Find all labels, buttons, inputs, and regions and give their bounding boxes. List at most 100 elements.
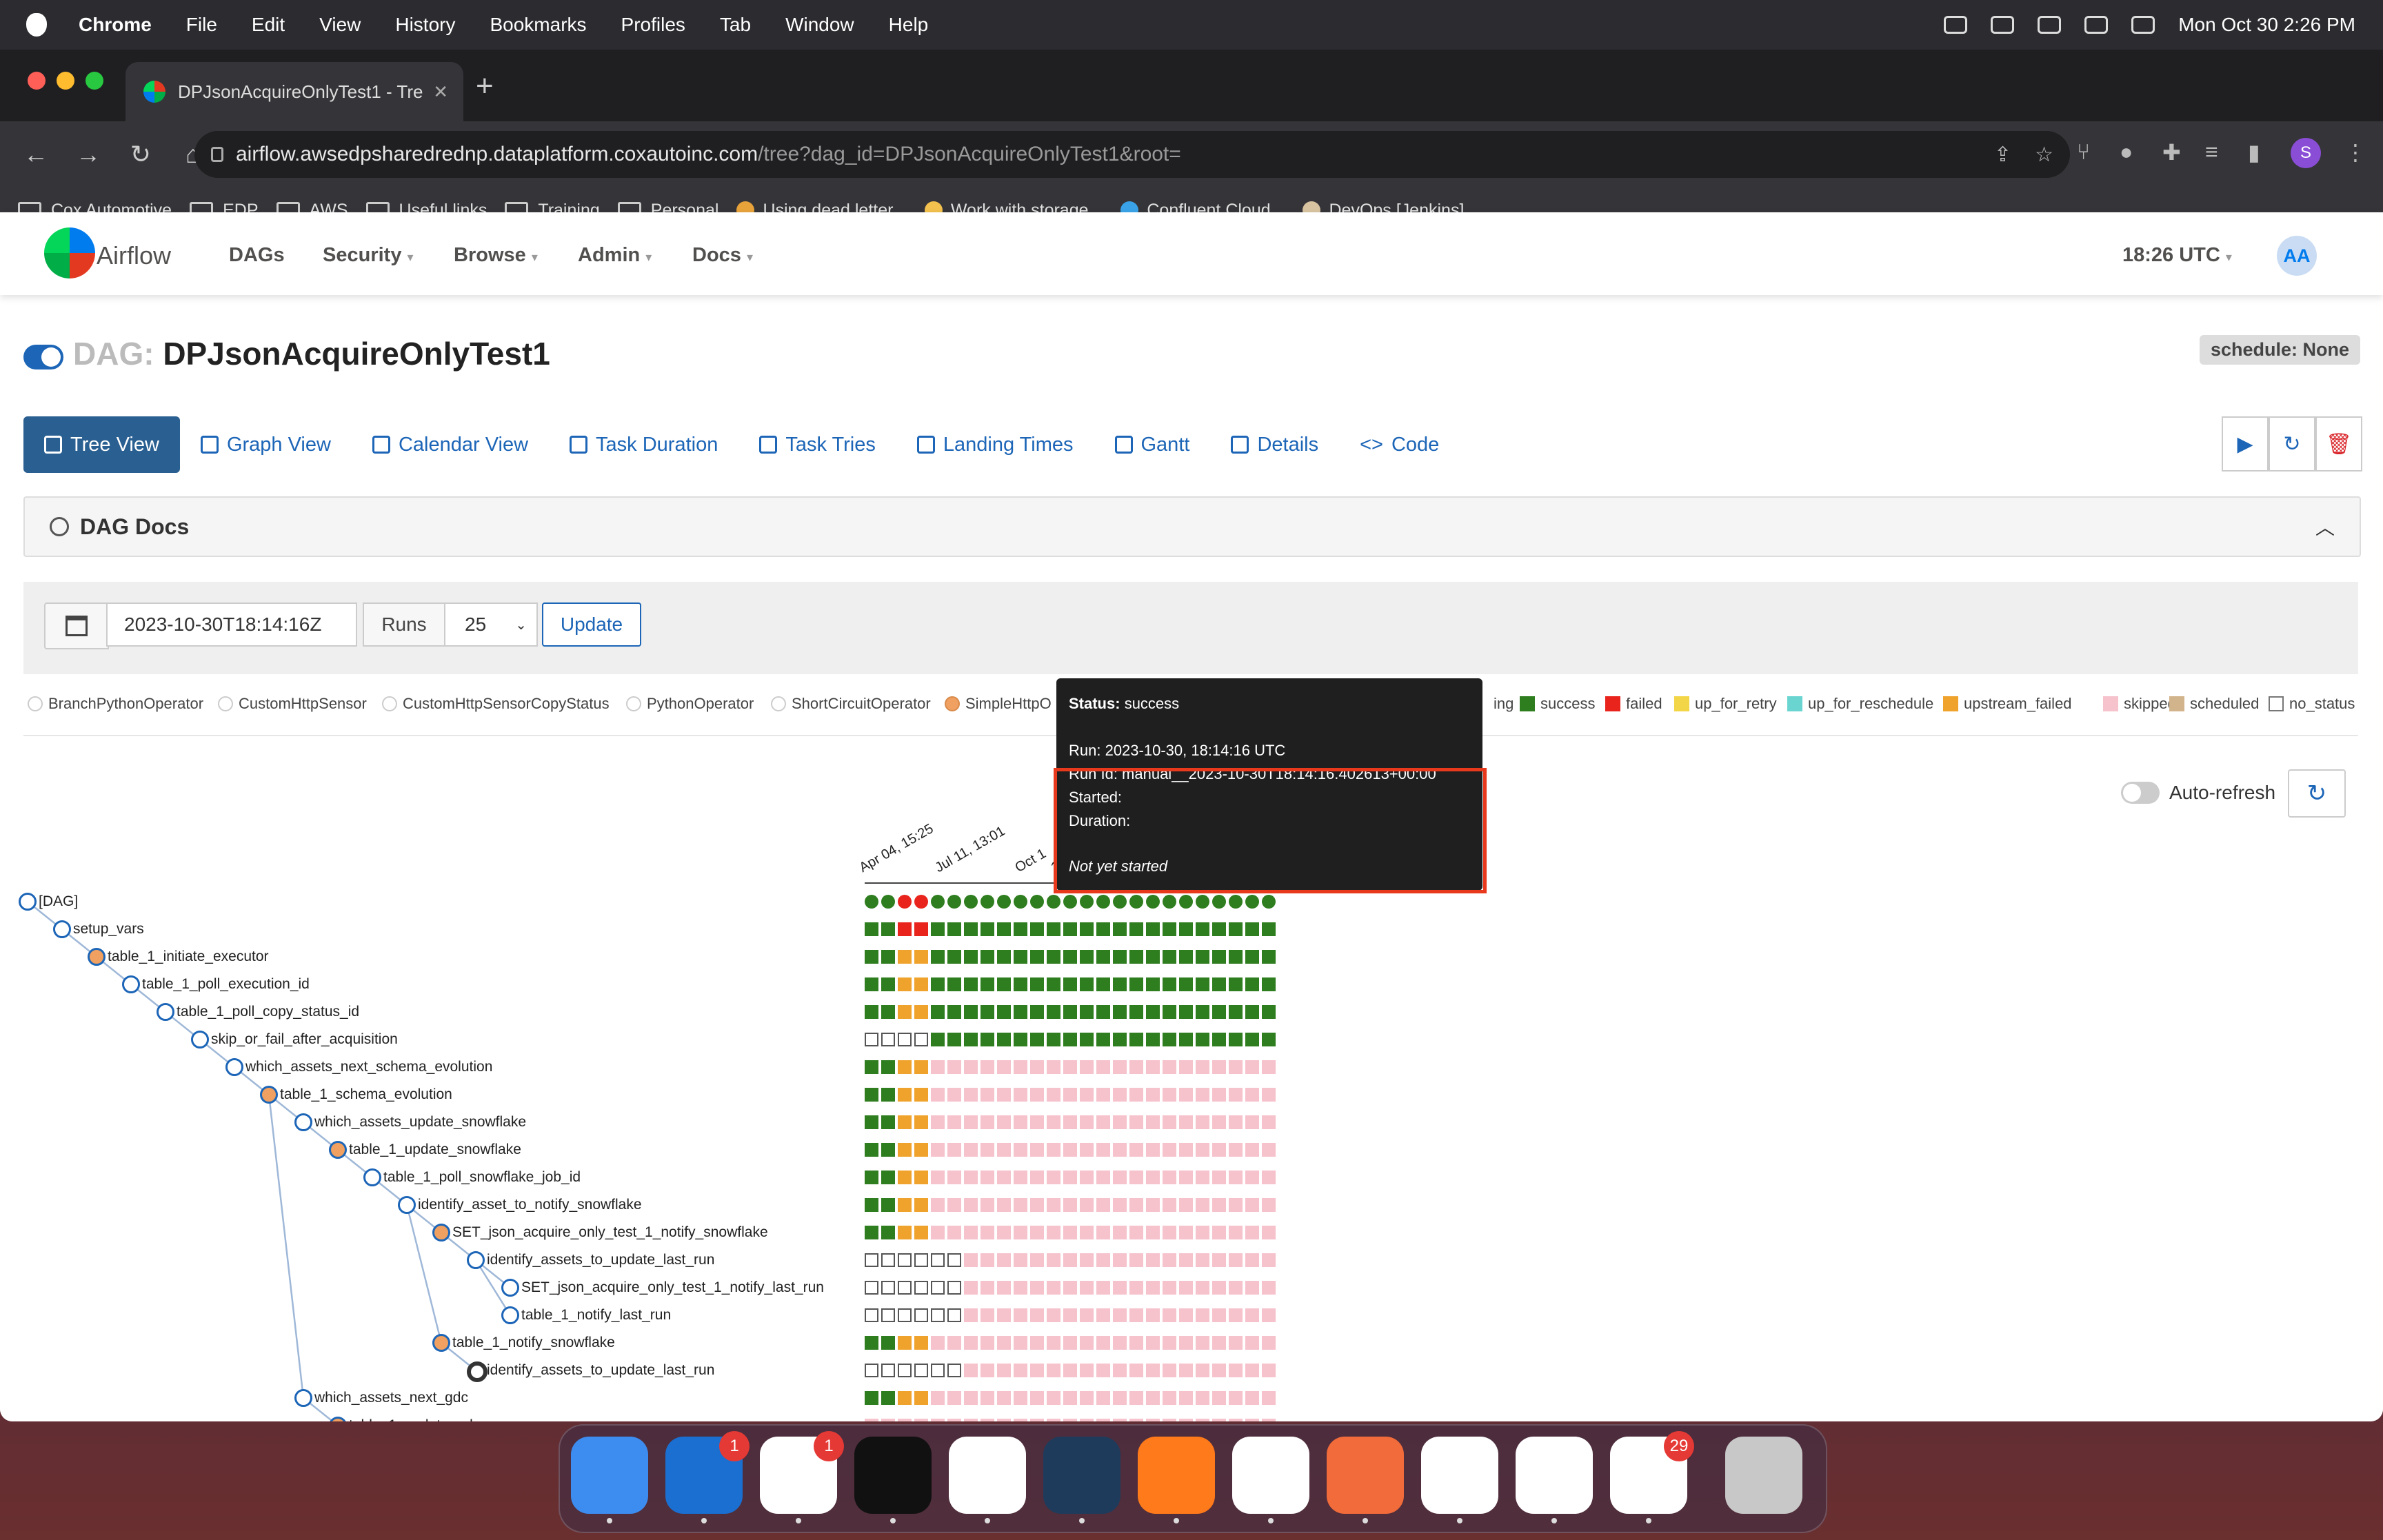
task-instance-cell[interactable] — [964, 977, 978, 991]
task-instance-cell[interactable] — [898, 1391, 912, 1405]
task-instance-cell[interactable] — [1262, 1391, 1276, 1405]
task-instance-cell[interactable] — [997, 1060, 1011, 1074]
task-instance-cell[interactable] — [1146, 1308, 1160, 1322]
dag-run-dot[interactable] — [1063, 895, 1077, 909]
task-instance-cell[interactable] — [947, 1005, 961, 1019]
task-instance-cell[interactable] — [1063, 1033, 1077, 1046]
task-instance-cell[interactable] — [1063, 1198, 1077, 1212]
task-instance-cell[interactable] — [1212, 1419, 1226, 1421]
task-instance-cell[interactable] — [865, 1253, 878, 1267]
task-instance-cell[interactable] — [1063, 1226, 1077, 1239]
task-name[interactable]: table_1_poll_execution_id — [142, 976, 310, 993]
task-instance-cell[interactable] — [1196, 1419, 1209, 1421]
task-instance-cell[interactable] — [865, 1226, 878, 1239]
task-instance-cell[interactable] — [1014, 1115, 1027, 1129]
task-instance-cell[interactable] — [947, 1060, 961, 1074]
task-instance-cell[interactable] — [1129, 1253, 1143, 1267]
task-instance-cell[interactable] — [1163, 1419, 1176, 1421]
task-instance-cell[interactable] — [1179, 1143, 1193, 1157]
task-instance-cell[interactable] — [898, 1033, 912, 1046]
task-instance-cell[interactable] — [964, 1115, 978, 1129]
task-instance-cell[interactable] — [931, 977, 945, 991]
task-instance-cell[interactable] — [997, 1143, 1011, 1157]
slack-dock-icon[interactable]: 1 — [760, 1431, 844, 1523]
task-instance-cell[interactable] — [1229, 977, 1243, 991]
task-instance-cell[interactable] — [1047, 1419, 1060, 1421]
auto-refresh-toggle[interactable]: Auto-refresh — [2121, 782, 2275, 804]
task-instance-cell[interactable] — [931, 1364, 945, 1377]
task-instance-cell[interactable] — [914, 1088, 928, 1102]
task-name[interactable]: table_1_update_gdc — [349, 1417, 480, 1421]
task-instance-cell[interactable] — [1163, 1005, 1176, 1019]
task-instance-cell[interactable] — [997, 1391, 1011, 1405]
tab-code[interactable]: <> Code — [1339, 416, 1460, 473]
task-instance-cell[interactable] — [1163, 1171, 1176, 1184]
dag-run-dot[interactable] — [1014, 895, 1027, 909]
task-instance-cell[interactable] — [1030, 1060, 1044, 1074]
task-instance-cell[interactable] — [1047, 1005, 1060, 1019]
menu-window[interactable]: Window — [785, 14, 854, 36]
task-instance-cell[interactable] — [1146, 1281, 1160, 1295]
task-instance-cell[interactable] — [1212, 1171, 1226, 1184]
task-instance-cell[interactable] — [1080, 1364, 1094, 1377]
task-instance-cell[interactable] — [981, 977, 994, 991]
task-instance-cell[interactable] — [1196, 1171, 1209, 1184]
task-instance-cell[interactable] — [1146, 1088, 1160, 1102]
task-instance-cell[interactable] — [1063, 922, 1077, 936]
task-instance-cell[interactable] — [1146, 1226, 1160, 1239]
task-instance-cell[interactable] — [1096, 1391, 1110, 1405]
dag-run-dot[interactable] — [1146, 895, 1160, 909]
task-instance-cell[interactable] — [1014, 1143, 1027, 1157]
menubar-clock[interactable]: Mon Oct 30 2:26 PM — [2178, 14, 2355, 36]
task-instance-cell[interactable] — [964, 1060, 978, 1074]
task-instance-cell[interactable] — [898, 950, 912, 964]
task-instance-cell[interactable] — [898, 1336, 912, 1350]
profile-avatar[interactable]: S — [2291, 138, 2321, 168]
tree-node-icon[interactable] — [53, 920, 71, 938]
task-instance-cell[interactable] — [865, 1005, 878, 1019]
task-instance-cell[interactable] — [1063, 1171, 1077, 1184]
task-instance-cell[interactable] — [881, 1308, 895, 1322]
task-instance-cell[interactable] — [1262, 1060, 1276, 1074]
task-instance-cell[interactable] — [1262, 950, 1276, 964]
task-instance-cell[interactable] — [1163, 922, 1176, 936]
task-instance-cell[interactable] — [1030, 1391, 1044, 1405]
task-instance-cell[interactable] — [981, 1005, 994, 1019]
task-instance-cell[interactable] — [997, 1088, 1011, 1102]
task-instance-cell[interactable] — [1047, 1391, 1060, 1405]
task-instance-cell[interactable] — [981, 1364, 994, 1377]
task-instance-cell[interactable] — [1212, 1033, 1226, 1046]
task-instance-cell[interactable] — [997, 1198, 1011, 1212]
task-instance-cell[interactable] — [1163, 1088, 1176, 1102]
task-instance-cell[interactable] — [1030, 1364, 1044, 1377]
task-instance-cell[interactable] — [1113, 1308, 1127, 1322]
task-instance-cell[interactable] — [865, 1281, 878, 1295]
task-instance-cell[interactable] — [1113, 1198, 1127, 1212]
chrome-dock-icon[interactable] — [1516, 1437, 1593, 1523]
task-instance-cell[interactable] — [1080, 1198, 1094, 1212]
task-instance-cell[interactable] — [1014, 1364, 1027, 1377]
task-instance-cell[interactable] — [1014, 1198, 1027, 1212]
task-instance-cell[interactable] — [1262, 1253, 1276, 1267]
task-instance-cell[interactable] — [1196, 977, 1209, 991]
task-instance-cell[interactable] — [1179, 1364, 1193, 1377]
task-instance-cell[interactable] — [1163, 1364, 1176, 1377]
task-instance-cell[interactable] — [1229, 1115, 1243, 1129]
task-instance-cell[interactable] — [1212, 1336, 1226, 1350]
tree-node-icon[interactable] — [467, 1251, 485, 1269]
dag-run-dot[interactable] — [898, 895, 912, 909]
task-instance-cell[interactable] — [1014, 1391, 1027, 1405]
task-instance-cell[interactable] — [1146, 1336, 1160, 1350]
task-instance-cell[interactable] — [1096, 950, 1110, 964]
dag-run-dot[interactable] — [1229, 895, 1243, 909]
task-instance-cell[interactable] — [914, 1226, 928, 1239]
task-instance-cell[interactable] — [997, 1115, 1011, 1129]
task-instance-cell[interactable] — [881, 922, 895, 936]
task-name[interactable]: which_assets_next_schema_evolution — [245, 1059, 492, 1075]
task-instance-cell[interactable] — [1113, 1281, 1127, 1295]
dag-run-dot[interactable] — [1212, 895, 1226, 909]
menu-history[interactable]: History — [395, 14, 455, 36]
task-instance-cell[interactable] — [1229, 922, 1243, 936]
task-instance-cell[interactable] — [898, 977, 912, 991]
task-instance-cell[interactable] — [1113, 1005, 1127, 1019]
